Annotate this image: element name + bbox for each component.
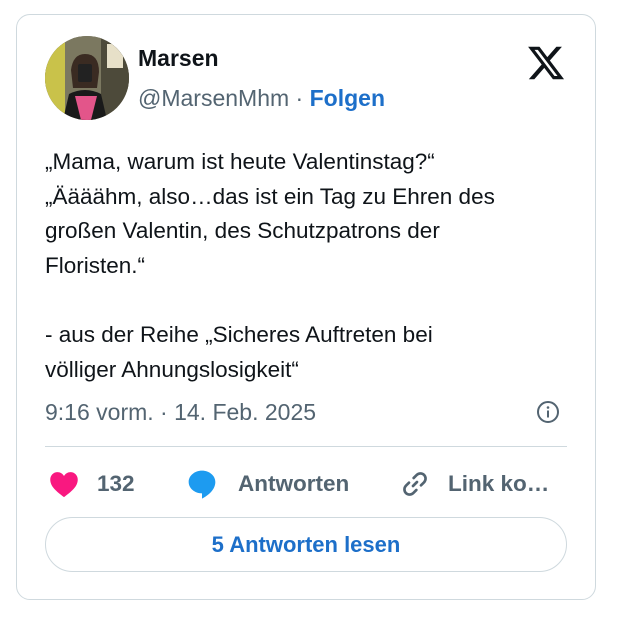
tweet-line xyxy=(45,283,585,318)
tweet-line: völliger Ahnungslosigkeit“ xyxy=(45,356,299,382)
author-name[interactable]: Marsen xyxy=(138,45,219,72)
tweet-timestamp[interactable]: 9:16 vorm. · 14. Feb. 2025 xyxy=(45,399,316,426)
heart-icon xyxy=(50,472,78,498)
x-logo-icon[interactable] xyxy=(526,43,566,83)
copy-link-button[interactable]: Link ko… xyxy=(399,467,549,501)
tweet-line: Floristen.“ xyxy=(45,252,146,278)
link-icon xyxy=(403,472,427,496)
tweet-text: „Mama, warum ist heute Valentinstag?“ „Ä… xyxy=(45,145,585,387)
like-button[interactable]: 132 xyxy=(49,467,135,501)
handle-separator: · xyxy=(289,85,310,111)
divider xyxy=(45,446,567,447)
read-replies-button[interactable]: 5 Antworten lesen xyxy=(45,517,567,572)
tweet-line: „Äääähm, also…das ist ein Tag zu Ehren d… xyxy=(45,183,495,209)
reply-label: Antworten xyxy=(238,471,350,496)
tweet-card: Marsen @MarsenMhm · Folgen „Mama, warum … xyxy=(16,14,596,600)
tweet-line: - aus der Reihe „Sicheres Auftreten bei xyxy=(45,321,433,347)
author-handle[interactable]: @MarsenMhm xyxy=(138,85,289,111)
reply-bubble-icon xyxy=(188,470,216,499)
like-count: 132 xyxy=(97,471,135,496)
info-icon[interactable] xyxy=(536,400,560,424)
copy-link-label: Link ko… xyxy=(448,471,550,496)
author-handle-row: @MarsenMhm · Folgen xyxy=(138,85,385,112)
follow-button[interactable]: Folgen xyxy=(310,85,385,111)
avatar[interactable] xyxy=(45,36,129,120)
reply-button[interactable]: Antworten xyxy=(186,467,349,501)
tweet-line: „Mama, warum ist heute Valentinstag?“ xyxy=(45,149,435,174)
tweet-line: großen Valentin, des Schutzpatrons der xyxy=(45,218,440,244)
